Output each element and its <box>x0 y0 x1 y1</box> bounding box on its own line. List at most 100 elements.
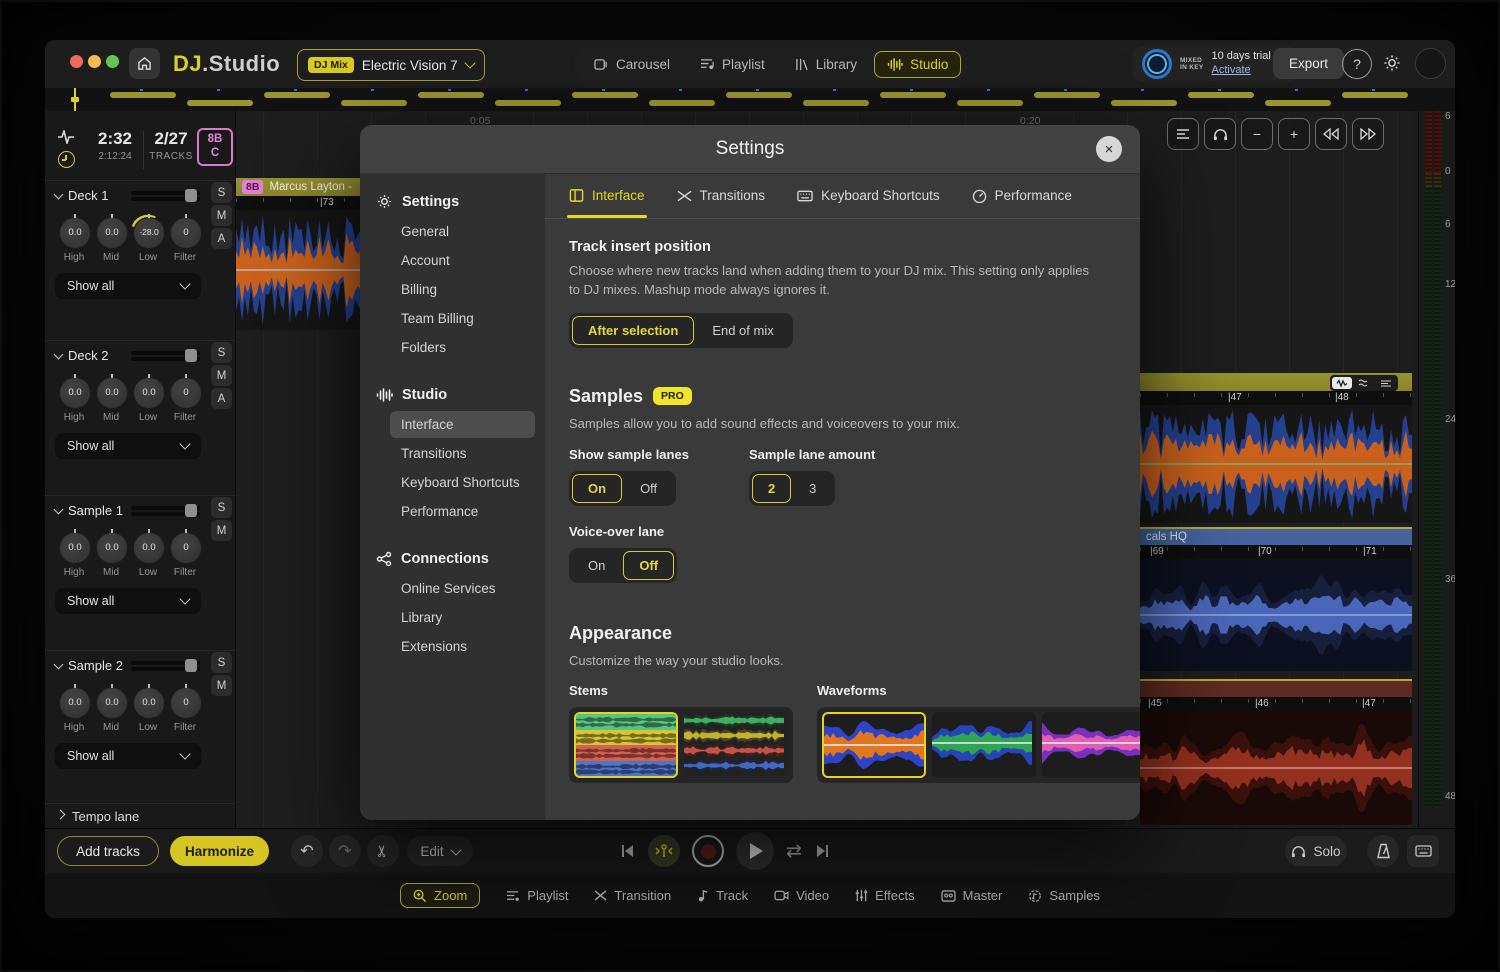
show-all-dropdown[interactable]: Show all <box>55 273 201 299</box>
minimap-clip[interactable] <box>649 100 715 106</box>
mute-button[interactable]: M <box>211 675 232 696</box>
solo-preview-button[interactable]: Solo <box>1285 836 1347 866</box>
option-off[interactable]: Off <box>623 551 674 580</box>
waveform-vocals[interactable] <box>1140 559 1412 671</box>
tab-studio[interactable]: Studio <box>874 51 961 78</box>
tab-library[interactable]: Library <box>782 51 870 78</box>
tempo-lane-toggle[interactable]: Tempo lane <box>45 803 235 828</box>
tab-playlist[interactable]: Playlist <box>687 51 778 78</box>
knob-mid[interactable]: 0.0Mid <box>96 687 126 733</box>
project-selector[interactable]: DJ Mix Electric Vision 7 <box>297 49 485 81</box>
activate-link[interactable]: Activate <box>1211 64 1250 76</box>
minimap-clip[interactable] <box>803 100 869 106</box>
option-on[interactable]: On <box>572 551 621 580</box>
record-button[interactable] <box>692 835 724 867</box>
solo-button[interactable]: S <box>211 342 232 363</box>
volume-slider[interactable] <box>131 351 200 363</box>
minimap-clip[interactable] <box>495 100 561 106</box>
knob-filter[interactable]: 0Filter <box>170 687 200 733</box>
panel-samples[interactable]: Samples <box>1028 888 1100 903</box>
tab-interface[interactable]: Interface <box>569 173 645 218</box>
harmonize-button[interactable]: Harmonize <box>170 836 269 866</box>
auto-button[interactable]: A <box>211 388 232 409</box>
skip-to-start-button[interactable] <box>620 843 636 859</box>
knob-mid[interactable]: 0.0Mid <box>96 217 126 263</box>
waveform-red[interactable] <box>1140 711 1412 825</box>
stems-theme-dark[interactable] <box>684 712 788 778</box>
play-button[interactable] <box>736 832 774 870</box>
minimap-clip[interactable] <box>187 100 253 106</box>
view-waveform-button[interactable] <box>1332 377 1352 389</box>
knob-filter[interactable]: 0Filter <box>170 377 200 423</box>
minimap-clip[interactable] <box>264 92 330 98</box>
traffic-zoom-button[interactable] <box>106 55 119 68</box>
knob-low[interactable]: -28.0Low <box>133 217 163 263</box>
view-stems-button[interactable] <box>1354 377 1374 389</box>
track-header-deck[interactable] <box>1140 373 1412 391</box>
auto-button[interactable]: A <box>211 228 232 249</box>
traffic-close-button[interactable] <box>70 55 83 68</box>
auto-scroll-button[interactable] <box>1167 118 1199 150</box>
slider-handle[interactable] <box>185 504 197 517</box>
mute-button[interactable]: M <box>211 205 232 226</box>
option-on[interactable]: On <box>572 474 622 503</box>
close-button[interactable]: × <box>1096 136 1122 162</box>
home-button[interactable] <box>129 48 160 79</box>
fast-forward-button[interactable] <box>1352 118 1384 150</box>
metronome-button[interactable] <box>1367 835 1399 867</box>
tab-performance[interactable]: Performance <box>972 173 1072 218</box>
tab-keyboard-shortcuts[interactable]: Keyboard Shortcuts <box>797 173 940 218</box>
export-button[interactable]: Export <box>1273 48 1344 79</box>
skip-to-end-button[interactable] <box>814 843 830 859</box>
knob-high[interactable]: 0.0High <box>59 377 89 423</box>
track-header-vocals[interactable]: cals HQ <box>1140 527 1412 545</box>
minimap-clip[interactable] <box>1111 100 1177 106</box>
minimap-clip[interactable] <box>572 92 638 98</box>
mute-button[interactable]: M <box>211 365 232 386</box>
knob-low[interactable]: 0.0Low <box>133 532 163 578</box>
minimap-clip[interactable] <box>1265 100 1331 106</box>
knob-high[interactable]: 0.0High <box>59 532 89 578</box>
timeline-minimap[interactable] <box>45 88 1455 112</box>
loop-button[interactable]: ⇄ <box>786 840 802 863</box>
minimap-clip[interactable] <box>341 100 407 106</box>
waveform-theme-green-blue[interactable] <box>932 712 1036 778</box>
volume-slider[interactable] <box>131 191 200 203</box>
nav-item-general[interactable]: General <box>360 218 535 245</box>
minimap-clip[interactable] <box>880 92 946 98</box>
slider-handle[interactable] <box>185 659 197 672</box>
undo-button[interactable]: ↶ <box>291 835 323 867</box>
show-all-dropdown[interactable]: Show all <box>55 433 201 459</box>
nav-item-folders[interactable]: Folders <box>360 334 535 361</box>
track-header-red[interactable] <box>1140 679 1412 699</box>
option-after-selection[interactable]: After selection <box>572 316 694 345</box>
panel-master[interactable]: Master <box>941 888 1003 903</box>
preview-headphones-button[interactable] <box>1204 118 1236 150</box>
option-off[interactable]: Off <box>624 474 673 503</box>
nav-item-online-services[interactable]: Online Services <box>360 575 535 602</box>
show-all-dropdown[interactable]: Show all <box>55 588 201 614</box>
nav-item-account[interactable]: Account <box>360 247 535 274</box>
keyboard-shortcuts-button[interactable] <box>1407 835 1439 867</box>
minimap-clip[interactable] <box>726 92 792 98</box>
rewind-button[interactable] <box>1315 118 1347 150</box>
waveform-deck[interactable] <box>1140 405 1412 523</box>
minimap-clip[interactable] <box>1034 92 1100 98</box>
solo-button[interactable]: S <box>211 652 232 673</box>
nav-item-keyboard-shortcuts[interactable]: Keyboard Shortcuts <box>360 469 535 496</box>
option-2[interactable]: 2 <box>752 474 791 503</box>
user-avatar[interactable] <box>1415 48 1446 79</box>
show-all-dropdown[interactable]: Show all <box>55 743 201 769</box>
knob-filter[interactable]: 0Filter <box>170 532 200 578</box>
minimap-clip[interactable] <box>957 100 1023 106</box>
nav-item-extensions[interactable]: Extensions <box>360 633 535 660</box>
panel-transition[interactable]: Transition <box>594 888 671 903</box>
zoom-in-button[interactable]: + <box>1278 118 1310 150</box>
stems-theme-filled[interactable] <box>574 712 678 778</box>
tab-carousel[interactable]: Carousel <box>581 51 683 78</box>
redo-button[interactable]: ↷ <box>329 835 361 867</box>
solo-button[interactable]: S <box>211 182 232 203</box>
knob-low[interactable]: 0.0Low <box>133 377 163 423</box>
nav-item-interface[interactable]: Interface <box>390 411 535 438</box>
knob-low[interactable]: 0.0Low <box>133 687 163 733</box>
